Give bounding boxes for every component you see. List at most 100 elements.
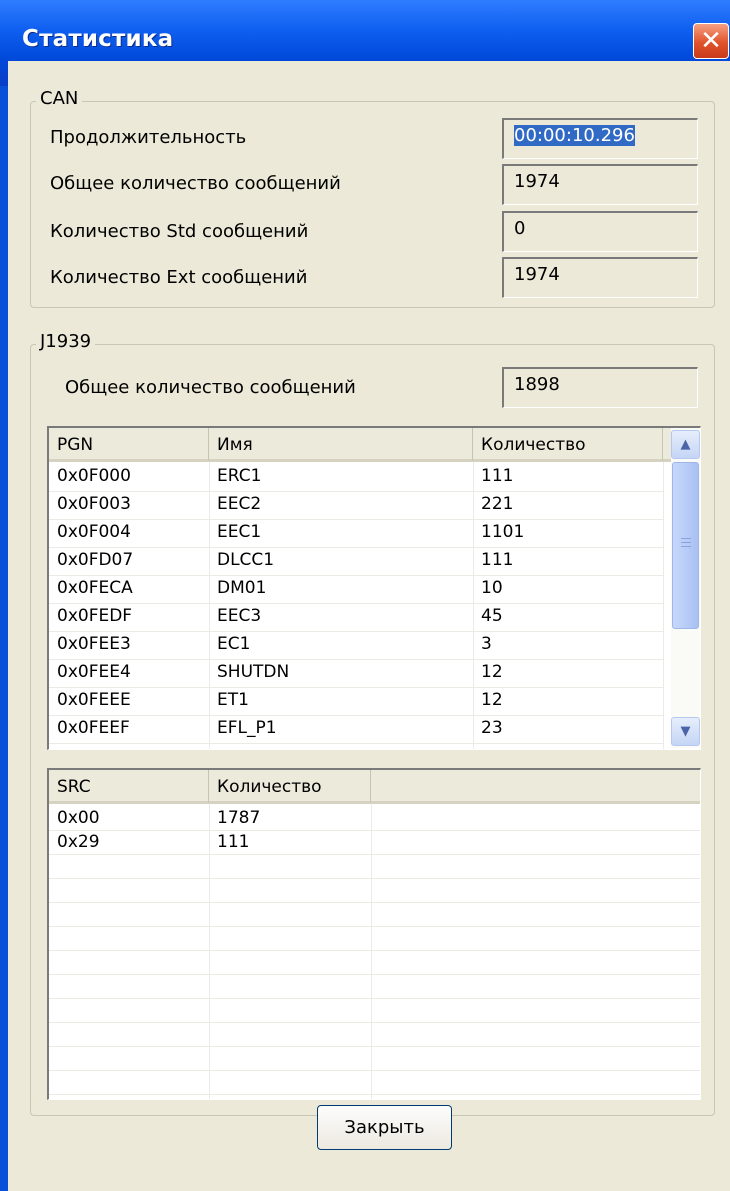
row-gridline <box>49 902 700 903</box>
name-cell: DM01 <box>217 578 267 598</box>
src-cell: 0x00 <box>57 808 100 828</box>
j1939-total-messages-value: 1898 <box>514 374 560 395</box>
src-cell: 0x29 <box>57 832 100 852</box>
src-count-cell: 1787 <box>217 808 261 828</box>
pgn-column-header[interactable]: PGN <box>49 428 209 462</box>
pgn-row[interactable]: 0x0F004 EEC1 1101 <box>49 521 663 544</box>
count-cell: 12 <box>481 662 503 682</box>
duration-label: Продолжительность <box>50 127 247 148</box>
pgn-list-scrollbar[interactable]: ▲ ▼ <box>671 428 700 748</box>
row-gridline <box>49 603 663 604</box>
count-cell: 12 <box>481 690 503 710</box>
scroll-up-arrow-icon: ▲ <box>680 437 691 452</box>
can-total-messages-field[interactable]: 1974 <box>502 164 698 205</box>
pgn-row[interactable]: 0x0FEEF EFL_P1 23 <box>49 717 663 740</box>
row-gridline <box>49 631 663 632</box>
pgn-row[interactable]: 0x0FECA DM01 10 <box>49 577 663 600</box>
row-gridline <box>49 715 663 716</box>
pgn-row[interactable]: 0x0FEEE ET1 12 <box>49 689 663 712</box>
j1939-group-legend: J1939 <box>36 331 96 352</box>
empty-column-header <box>663 428 671 462</box>
row-gridline <box>49 998 700 999</box>
close-button[interactable]: Закрыть <box>317 1105 452 1150</box>
name-cell: EEC1 <box>217 522 262 542</box>
pgn-cell: 0x0F000 <box>57 466 131 486</box>
row-gridline <box>49 950 700 951</box>
column-divider <box>371 804 372 1099</box>
src-count-column-header[interactable]: Количество <box>209 770 371 804</box>
statistics-window: Статистика ✕ CAN Продолжительность 00:00… <box>0 0 730 1191</box>
column-divider <box>663 462 664 749</box>
scroll-down-button[interactable]: ▼ <box>671 717 700 746</box>
scroll-down-arrow-icon: ▼ <box>680 724 691 739</box>
j1939-total-messages-label: Общее количество сообщений <box>65 377 356 398</box>
name-column-header[interactable]: Имя <box>209 428 473 462</box>
pgn-row[interactable]: 0x0FEE3 EC1 3 <box>49 633 663 656</box>
src-column-header[interactable]: SRC <box>49 770 209 804</box>
pgn-cell: 0x0F003 <box>57 494 131 514</box>
src-empty-column-header <box>371 770 700 804</box>
src-list[interactable]: SRC Количество 0x00 1787 0x29 111 <box>47 768 701 1100</box>
src-count-cell: 111 <box>217 832 250 852</box>
row-gridline <box>49 1070 700 1071</box>
pgn-cell: 0x0FEEE <box>57 690 131 710</box>
pgn-row[interactable]: 0x0FEE4 SHUTDN 12 <box>49 661 663 684</box>
count-cell: 45 <box>481 606 503 626</box>
pgn-row[interactable]: 0x0F003 EEC2 221 <box>49 493 663 516</box>
pgn-row[interactable]: 0x0F000 ERC1 111 <box>49 465 663 488</box>
count-cell: 111 <box>481 550 514 570</box>
row-gridline <box>49 1022 700 1023</box>
count-cell: 10 <box>481 578 503 598</box>
pgn-cell: 0x0FEE4 <box>57 662 131 682</box>
scrollbar-grip <box>681 538 691 539</box>
name-cell: EFL_P1 <box>217 718 277 738</box>
count-column-header[interactable]: Количество <box>473 428 663 462</box>
pgn-cell: 0x0F004 <box>57 522 131 542</box>
pgn-row[interactable]: 0x0FD07 DLCC1 111 <box>49 549 663 572</box>
scroll-up-button[interactable]: ▲ <box>671 430 700 459</box>
can-group-legend: CAN <box>36 88 83 109</box>
window-close-button[interactable]: ✕ <box>693 23 729 59</box>
row-gridline <box>49 547 663 548</box>
pgn-cell: 0x0FEE3 <box>57 634 131 654</box>
name-cell: DLCC1 <box>217 550 275 570</box>
count-cell: 111 <box>481 466 514 486</box>
name-cell: EC1 <box>217 634 251 654</box>
scrollbar-grip <box>681 542 691 543</box>
j1939-total-messages-field[interactable]: 1898 <box>502 367 698 408</box>
count-cell: 3 <box>481 634 492 654</box>
name-cell: ERC1 <box>217 466 262 486</box>
count-cell: 23 <box>481 718 503 738</box>
pgn-cell: 0x0FEEF <box>57 718 130 738</box>
std-messages-field[interactable]: 0 <box>502 211 698 252</box>
name-cell: ET1 <box>217 690 249 710</box>
row-gridline <box>49 575 663 576</box>
row-gridline <box>49 1094 700 1095</box>
scrollbar-thumb[interactable] <box>672 462 699 629</box>
row-gridline <box>49 878 700 879</box>
src-row[interactable]: 0x29 111 <box>49 831 371 854</box>
name-cell: SHUTDN <box>217 662 290 682</box>
duration-value: 00:00:10.296 <box>514 125 635 146</box>
row-gridline <box>49 854 700 855</box>
ext-messages-field[interactable]: 1974 <box>502 257 698 298</box>
row-gridline <box>49 491 663 492</box>
src-row[interactable]: 0x00 1787 <box>49 807 371 830</box>
pgn-list[interactable]: PGN Имя Количество 0x0F000 ERC1 111 0x0F003… <box>47 426 701 750</box>
scrollbar-grip <box>681 546 691 547</box>
ext-messages-label: Количество Ext сообщений <box>50 267 308 288</box>
can-total-messages-label: Общее количество сообщений <box>50 173 341 194</box>
row-gridline <box>49 659 663 660</box>
pgn-cell: 0x0FEDF <box>57 606 133 626</box>
close-icon: ✕ <box>700 26 722 56</box>
std-messages-label: Количество Std сообщений <box>50 221 309 242</box>
duration-field[interactable]: 00:00:10.296 <box>502 118 698 159</box>
row-gridline <box>49 519 663 520</box>
name-cell: EEC2 <box>217 494 262 514</box>
row-gridline <box>49 974 700 975</box>
ext-messages-value: 1974 <box>514 264 560 285</box>
row-gridline <box>49 926 700 927</box>
pgn-row[interactable]: 0x0FEDF EEC3 45 <box>49 605 663 628</box>
name-cell: EEC3 <box>217 606 262 626</box>
count-cell: 1101 <box>481 522 525 542</box>
